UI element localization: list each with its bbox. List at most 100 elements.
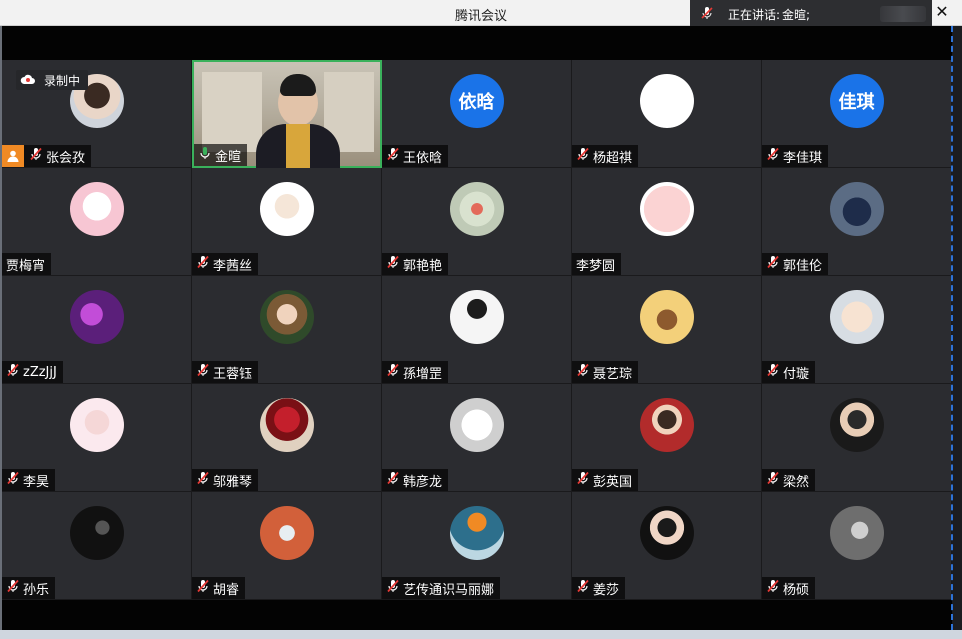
mic-off-icon bbox=[766, 579, 780, 597]
participant-name-tag: 姜莎 bbox=[572, 577, 626, 599]
selection-border bbox=[951, 26, 953, 630]
participant-tile[interactable]: 孙乐 bbox=[2, 492, 192, 600]
participant-tile[interactable]: 依晗王依晗 bbox=[382, 60, 572, 168]
participant-tile[interactable]: 聂艺琮 bbox=[572, 276, 762, 384]
mic-off-icon bbox=[766, 363, 780, 381]
participant-name: 贾梅宵 bbox=[6, 258, 46, 274]
participant-tile[interactable]: 梁然 bbox=[762, 384, 952, 492]
participant-tile[interactable]: 李梦圆 bbox=[572, 168, 762, 276]
bottom-strip bbox=[0, 630, 962, 639]
participant-name: 王蓉钰 bbox=[213, 366, 253, 382]
participant-name-tag: 李茜丝 bbox=[192, 253, 259, 275]
participant-tile[interactable]: 胡睿 bbox=[192, 492, 382, 600]
participant-tile[interactable]: 韩彦龙 bbox=[382, 384, 572, 492]
mic-off-icon bbox=[6, 471, 20, 489]
speaking-label: 正在讲话: bbox=[728, 7, 781, 22]
participant-name: 韩彦龙 bbox=[403, 474, 443, 490]
participant-avatar bbox=[259, 506, 314, 560]
participant-name: 李茜丝 bbox=[213, 258, 253, 274]
cloud-record-icon bbox=[20, 73, 36, 88]
participant-name-tag: 孙乐 bbox=[2, 577, 56, 599]
mic-off-icon bbox=[196, 255, 210, 273]
participant-name: 姜莎 bbox=[593, 582, 620, 598]
participant-name-tag: 贾梅宵 bbox=[2, 253, 52, 275]
participant-avatar: 佳琪 bbox=[829, 74, 884, 128]
participant-avatar bbox=[69, 290, 124, 344]
mic-off-icon bbox=[29, 147, 43, 165]
participant-name-tag: 杨超祺 bbox=[572, 145, 639, 167]
participant-name-tag: 郭佳伦 bbox=[762, 253, 829, 275]
participant-tile[interactable]: 佳琪李佳琪 bbox=[762, 60, 952, 168]
participant-avatar bbox=[829, 182, 884, 236]
participant-tile[interactable]: 孫增罡 bbox=[382, 276, 572, 384]
stage-top-bar bbox=[2, 26, 952, 60]
participant-name: 李昊 bbox=[23, 474, 50, 490]
participant-name-tag: 李梦圆 bbox=[572, 253, 622, 275]
host-icon bbox=[2, 145, 24, 167]
participant-name: 聂艺琮 bbox=[593, 366, 633, 382]
participant-tile[interactable]: 郭艳艳 bbox=[382, 168, 572, 276]
participant-avatar bbox=[259, 182, 314, 236]
participant-avatar bbox=[829, 398, 884, 452]
participant-tile[interactable]: 李昊 bbox=[2, 384, 192, 492]
participant-avatar bbox=[259, 398, 314, 452]
participant-tile[interactable]: 李茜丝 bbox=[192, 168, 382, 276]
participant-tile[interactable]: zZzJjJ bbox=[2, 276, 192, 384]
participant-avatar bbox=[69, 398, 124, 452]
participant-name-tag: 金暄 bbox=[194, 144, 248, 166]
participant-name-tag: 聂艺琮 bbox=[572, 361, 639, 383]
participant-avatar bbox=[449, 182, 504, 236]
participant-name: 梁然 bbox=[783, 474, 810, 490]
participant-tile[interactable]: 杨超祺 bbox=[572, 60, 762, 168]
mic-off-icon bbox=[576, 579, 590, 597]
participant-name-tag: 王蓉钰 bbox=[192, 361, 259, 383]
participant-name: 孙乐 bbox=[23, 582, 50, 598]
participant-tile[interactable]: 录制中 张会孜 bbox=[2, 60, 192, 168]
participant-tile[interactable]: 郭佳伦 bbox=[762, 168, 952, 276]
mic-off-icon bbox=[576, 471, 590, 489]
participant-tile[interactable]: 邬雅琴 bbox=[192, 384, 382, 492]
speaking-name: 金暄; bbox=[782, 7, 811, 22]
recording-indicator: 录制中 bbox=[16, 70, 89, 90]
participant-name: 邬雅琴 bbox=[213, 474, 253, 490]
close-button[interactable]: ✕ bbox=[932, 0, 952, 24]
mic-off-icon bbox=[386, 363, 400, 381]
participant-tile[interactable]: 王蓉钰 bbox=[192, 276, 382, 384]
mic-off-icon bbox=[196, 579, 210, 597]
participant-avatar bbox=[259, 290, 314, 344]
participant-tile[interactable]: 彭英国 bbox=[572, 384, 762, 492]
participant-name: 杨超祺 bbox=[593, 150, 633, 166]
participant-name-tag: 杨硕 bbox=[762, 577, 816, 599]
speaker-thumbnail bbox=[880, 6, 926, 22]
participant-tile[interactable]: 贾梅宵 bbox=[2, 168, 192, 276]
recording-label: 录制中 bbox=[44, 73, 81, 88]
participant-name-tag: 张会孜 bbox=[2, 145, 92, 167]
mic-off-icon bbox=[196, 363, 210, 381]
participant-name: 彭英国 bbox=[593, 474, 633, 490]
participant-tile[interactable]: 付璇 bbox=[762, 276, 952, 384]
mic-off-icon bbox=[386, 471, 400, 489]
participant-avatar bbox=[69, 182, 124, 236]
mic-off-icon bbox=[766, 471, 780, 489]
participant-name-tag: 王依晗 bbox=[382, 145, 449, 167]
participant-tile[interactable]: 姜莎 bbox=[572, 492, 762, 600]
participant-tile[interactable]: 金暄 bbox=[192, 60, 382, 168]
participant-name: 王依晗 bbox=[403, 150, 443, 166]
participant-name: 付璇 bbox=[783, 366, 810, 382]
mic-off-icon bbox=[386, 147, 400, 165]
participant-name: 李佳琪 bbox=[783, 150, 823, 166]
mic-off-icon bbox=[700, 6, 714, 23]
participant-name: 郭佳伦 bbox=[783, 258, 823, 274]
participant-name: 张会孜 bbox=[46, 150, 86, 166]
participant-avatar bbox=[639, 74, 694, 128]
participant-avatar bbox=[639, 182, 694, 236]
participant-name-tag: 郭艳艳 bbox=[382, 253, 449, 275]
participant-tile[interactable]: 艺传通识马丽娜 bbox=[382, 492, 572, 600]
participant-name-tag: 邬雅琴 bbox=[192, 469, 259, 491]
participant-name: 孫增罡 bbox=[403, 366, 443, 382]
participant-tile[interactable]: 杨硕 bbox=[762, 492, 952, 600]
participant-name-tag: zZzJjJ bbox=[2, 361, 63, 383]
participant-name-tag: 李佳琪 bbox=[762, 145, 829, 167]
mic-off-icon bbox=[766, 255, 780, 273]
participant-avatar: 依晗 bbox=[449, 74, 504, 128]
